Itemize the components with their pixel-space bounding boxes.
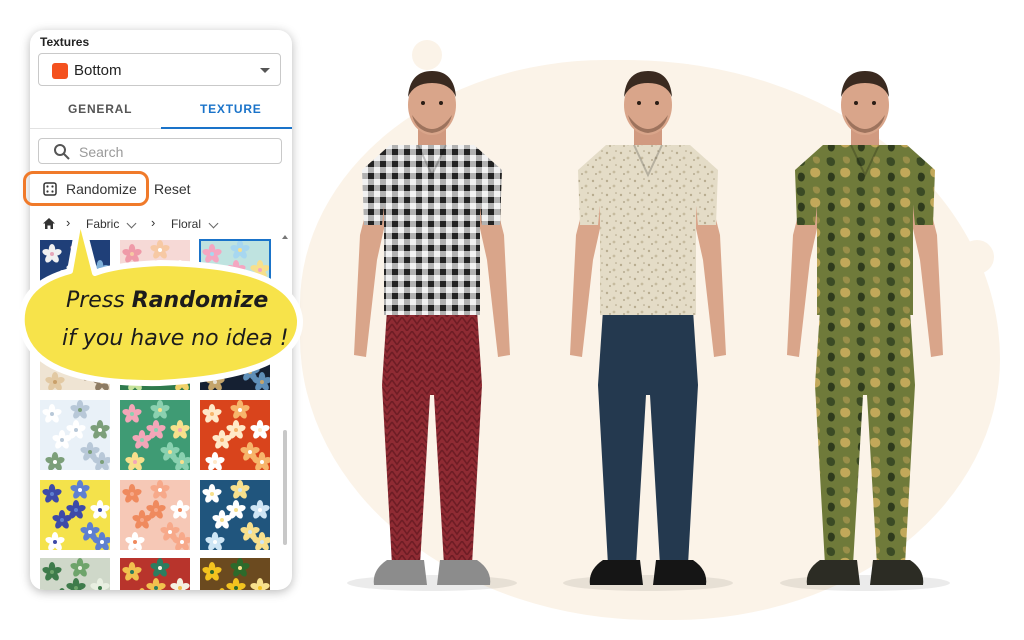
texture-tile[interactable] [200, 480, 272, 551]
tab-general[interactable]: GENERAL [68, 102, 132, 116]
texture-tile[interactable] [40, 558, 110, 590]
texture-tile[interactable] [40, 480, 112, 551]
search-input[interactable]: Search [38, 138, 282, 164]
texture-tile[interactable] [120, 480, 192, 551]
search-icon [54, 144, 70, 160]
randomize-highlight [23, 171, 149, 206]
background-dot [960, 240, 994, 274]
tab-texture[interactable]: TEXTURE [200, 102, 262, 116]
reset-button[interactable]: Reset [154, 181, 191, 197]
model-figure-2 [548, 65, 748, 600]
callout-line-1: Press Randomize [66, 288, 268, 313]
texture-tile[interactable] [120, 558, 190, 590]
search-placeholder: Search [79, 144, 124, 160]
texture-tile[interactable] [40, 400, 112, 471]
model-figure-1 [332, 65, 532, 600]
panel-title: Textures [40, 35, 90, 49]
part-select[interactable]: Bottom [38, 53, 281, 86]
callout-line-2: if you have no idea ! [62, 326, 289, 351]
color-swatch [52, 63, 68, 79]
chevron-down-icon [260, 68, 270, 73]
callout-randomize: Randomize [131, 288, 269, 313]
callout-press: Press [66, 288, 132, 313]
texture-tile[interactable] [200, 558, 270, 590]
texture-tile[interactable] [120, 400, 192, 471]
model-figure-3 [765, 65, 965, 600]
texture-tile[interactable] [200, 400, 272, 471]
part-select-value: Bottom [74, 62, 122, 79]
active-tab-indicator [161, 127, 292, 129]
scrollbar-thumb[interactable] [283, 430, 287, 545]
